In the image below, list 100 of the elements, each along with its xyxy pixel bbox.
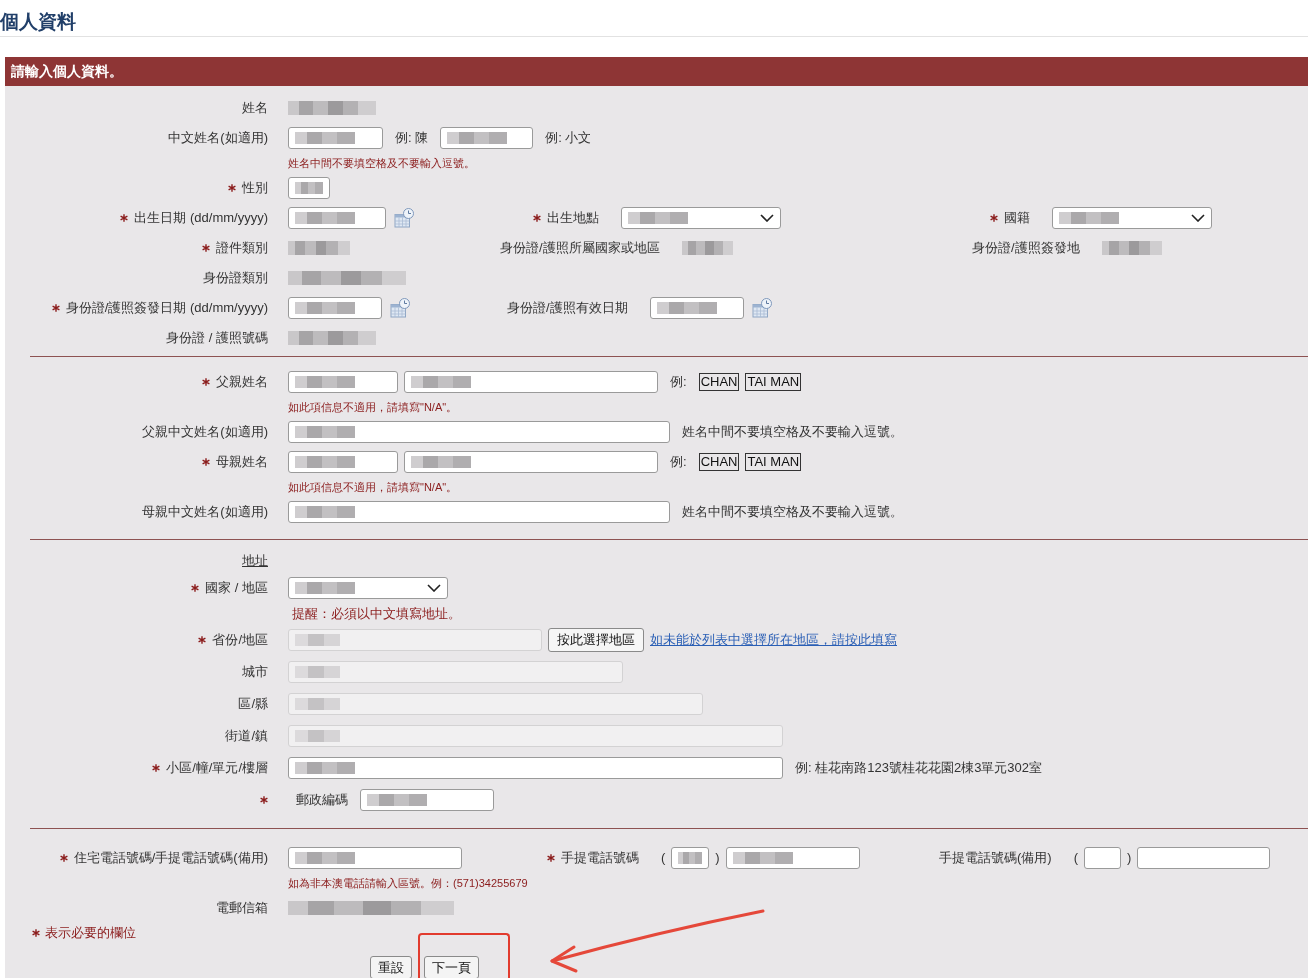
example-name: CHAN [698, 453, 740, 471]
chevron-down-icon [760, 214, 774, 222]
redacted-text [295, 730, 340, 742]
redacted-text [295, 376, 355, 388]
redacted-text [295, 182, 323, 194]
field-label: 小區/幢/單元/樓層 [166, 759, 268, 778]
redacted-text [295, 212, 355, 224]
redacted-text [411, 376, 471, 388]
example-name: CHAN [698, 373, 740, 391]
section-heading: 地址 [242, 553, 268, 569]
input-field[interactable] [288, 421, 670, 443]
redacted-text [732, 852, 793, 864]
field-label: 中文姓名(如適用) [168, 129, 268, 148]
input-field[interactable] [288, 207, 386, 229]
redacted-text [656, 302, 717, 314]
field-label: 住宅電話號碼/手提電話號碼(備用) [73, 849, 268, 868]
calendar-icon[interactable] [394, 208, 414, 228]
field-label: 身份證/護照所屬國家或地區 [500, 239, 660, 258]
next-page-button[interactable]: 下一頁 [424, 956, 479, 978]
hint-note: 如為非本澳電話請輸入區號。例：(571)34255679 [288, 876, 528, 890]
hint-note: 如此項信息不適用，請填寫"N/A"。 [288, 400, 458, 414]
input-field[interactable] [440, 127, 534, 149]
field-label: 街道/鎮 [225, 727, 268, 746]
hint-text: 姓名中間不要填空格及不要輸入逗號。 [681, 424, 904, 440]
input-field[interactable] [1137, 847, 1271, 869]
input-field[interactable] [288, 501, 670, 523]
field-label: 父親中文姓名(如適用) [142, 423, 268, 442]
field-label: 父親姓名 [216, 373, 268, 392]
dropdown-field[interactable] [1052, 207, 1212, 229]
redacted-text [678, 852, 703, 864]
panel-header: 請輸入個人資料。 [5, 57, 1308, 86]
redacted-text [411, 456, 471, 468]
field-label: 身份證 / 護照號碼 [166, 329, 268, 348]
redacted-text [295, 698, 340, 710]
field-label: 身份證類別 [203, 269, 268, 288]
dropdown-field[interactable] [288, 577, 448, 599]
field-label: 出生日期 (dd/mm/yyyy) [134, 209, 268, 228]
redacted-text [295, 456, 355, 468]
field-label: 性別 [242, 179, 268, 198]
redacted-text [628, 212, 688, 224]
input-field[interactable] [404, 451, 658, 473]
select-region-button[interactable]: 按此選擇地區 [548, 628, 644, 652]
required-legend: 表示必要的欄位 [45, 925, 136, 941]
hint-text: 例: [669, 374, 688, 390]
redacted-text [288, 241, 350, 255]
field-label: 國家 / 地區 [205, 579, 268, 598]
input-field[interactable] [288, 127, 383, 149]
redacted-text [681, 241, 733, 255]
field-label: 電郵信箱 [216, 899, 268, 918]
redacted-text [295, 426, 355, 438]
redacted-text [295, 634, 340, 646]
field-label: 手提電話號碼(備用) [939, 849, 1052, 868]
hint-note: 提醒：必須以中文填寫地址。 [291, 606, 461, 622]
field-label: 身份證/護照有效日期 [507, 299, 628, 318]
input-field[interactable] [725, 847, 860, 869]
example-name: TAI MAN [745, 373, 802, 391]
hint-text: 例: [669, 454, 688, 470]
field-label: 城市 [242, 663, 268, 682]
hint-text: 例: 桂花南路123號桂花花園2棟3單元302室 [794, 760, 1044, 776]
input-field[interactable] [288, 757, 783, 779]
input-field[interactable] [404, 371, 658, 393]
input-field[interactable] [288, 371, 398, 393]
manual-entry-link[interactable]: 如未能於列表中選擇所在地區，請按此填寫 [650, 632, 897, 648]
hint-text: 例: 陳 [394, 130, 430, 146]
field-label: 出生地點 [547, 209, 599, 228]
field-label: 姓名 [242, 99, 268, 118]
example-name: TAI MAN [745, 453, 802, 471]
dropdown-field[interactable] [621, 207, 781, 229]
chevron-down-icon [1191, 214, 1205, 222]
calendar-icon[interactable] [390, 298, 410, 318]
calendar-icon[interactable] [751, 298, 772, 318]
hint-text: 姓名中間不要填空格及不要輸入逗號。 [681, 504, 904, 520]
redacted-text [1059, 212, 1119, 224]
redacted-text [295, 852, 355, 864]
reset-button[interactable]: 重設 [370, 956, 412, 978]
parenthesis-text: ( [1073, 850, 1078, 866]
input-field[interactable] [360, 789, 494, 811]
field-label: 身份證/護照簽發地 [972, 239, 1080, 258]
page-title: 個人資料 [0, 10, 76, 34]
redacted-text [295, 506, 355, 518]
field-label: 身份證/護照簽發日期 (dd/mm/yyyy) [65, 299, 268, 318]
field-label: 母親姓名 [216, 453, 268, 472]
input-field[interactable] [288, 451, 398, 473]
parenthesis-text: ( [661, 850, 666, 866]
redacted-text [295, 666, 340, 678]
field-label: 郵政編碼 [295, 792, 349, 808]
redacted-text [295, 302, 355, 314]
parenthesis-text: ) [1127, 850, 1132, 866]
field-label: 證件類別 [216, 239, 268, 258]
input-field[interactable] [288, 847, 462, 869]
redacted-text [447, 132, 508, 144]
input-field[interactable] [288, 177, 330, 199]
chevron-down-icon [427, 584, 441, 592]
redacted-text [295, 762, 355, 774]
input-field[interactable] [1084, 847, 1121, 869]
input-field[interactable] [649, 297, 744, 319]
input-field[interactable] [288, 297, 382, 319]
field-label: 手提電話號碼 [561, 849, 639, 868]
redacted-text [295, 132, 355, 144]
input-field[interactable] [671, 847, 710, 869]
